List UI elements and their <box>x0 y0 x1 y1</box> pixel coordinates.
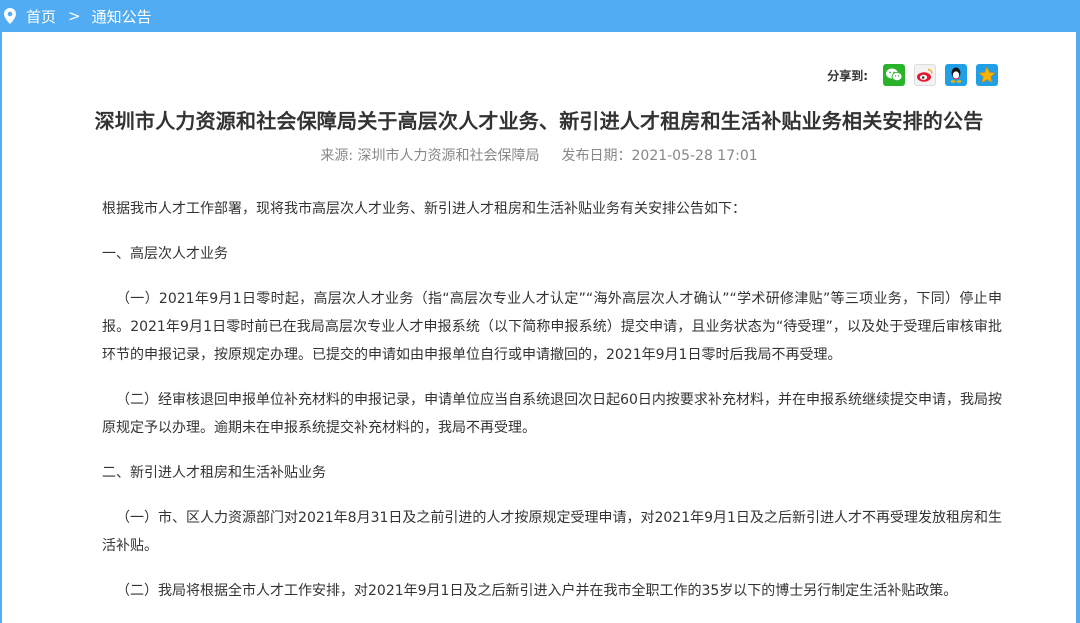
breadcrumb-home-link[interactable]: 首页 <box>26 6 56 27</box>
qzone-share-icon[interactable] <box>976 64 998 86</box>
qq-share-icon[interactable] <box>945 64 967 86</box>
section-heading: 一、高层次人才业务 <box>102 246 228 262</box>
breadcrumb: 首页 > 通知公告 <box>0 0 1080 32</box>
source-value: 深圳市人力资源和社会保障局 <box>357 148 540 164</box>
date-label: 发布日期： <box>561 148 632 164</box>
breadcrumb-current-link[interactable]: 通知公告 <box>92 6 152 27</box>
location-pin-icon <box>4 8 16 24</box>
paragraph: （二）我局将根据全市人才工作安排，对2021年9月1日及之后新引进入户并在我市全… <box>116 583 958 599</box>
paragraph: （一）市、区人力资源部门对2021年8月31日及之前引进的人才按原规定受理申请，… <box>102 510 1002 554</box>
paragraph-intro: 根据我市人才工作部署，现将我市高层次人才业务、新引进人才租房和生活补贴业务有关安… <box>102 201 746 217</box>
share-bar: 分享到: <box>827 64 998 86</box>
content-panel: 分享到: 深圳市人力资源和社会保障局关于高层次人才业务、新引进人才租房和生活补贴… <box>2 32 1076 623</box>
wechat-share-icon[interactable] <box>883 64 905 86</box>
article-meta: 来源: 深圳市人力资源和社会保障局 发布日期：2021-05-28 17:01 <box>2 145 1076 165</box>
breadcrumb-separator: > <box>68 7 81 25</box>
section-heading: 二、新引进人才租房和生活补贴业务 <box>102 465 326 481</box>
weibo-share-icon[interactable] <box>914 64 936 86</box>
paragraph: （一）2021年9月1日零时起，高层次人才业务（指“高层次专业人才认定”“海外高… <box>102 291 1002 363</box>
article-body: 根据我市人才工作部署，现将我市高层次人才业务、新引进人才租房和生活补贴业务有关安… <box>102 195 1002 622</box>
date-value: 2021-05-28 17:01 <box>631 148 758 164</box>
paragraph: （二）经审核退回申报单位补充材料的申报记录，申请单位应当自系统退回次日起60日内… <box>102 392 1002 436</box>
article-title: 深圳市人力资源和社会保障局关于高层次人才业务、新引进人才租房和生活补贴业务相关安… <box>94 109 984 133</box>
source-label: 来源: <box>320 148 358 164</box>
share-label: 分享到: <box>827 68 868 83</box>
